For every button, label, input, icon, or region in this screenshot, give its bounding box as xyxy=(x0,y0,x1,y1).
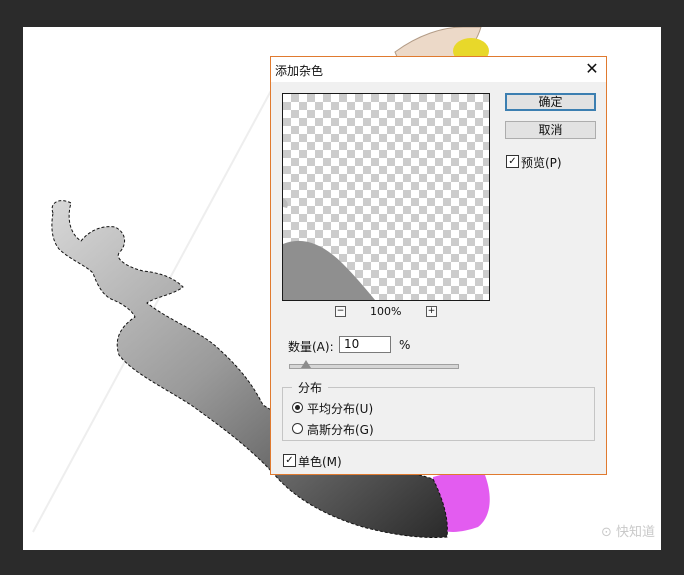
preview-label: 预览(P) xyxy=(521,156,562,170)
radio-gaussian[interactable] xyxy=(292,423,303,434)
cancel-button[interactable]: 取消 xyxy=(505,121,596,139)
amount-slider-thumb[interactable] xyxy=(300,360,311,368)
amount-input[interactable]: 10 xyxy=(339,336,391,353)
preview-image xyxy=(283,198,375,300)
monochrome-checkbox[interactable]: ✓ xyxy=(283,454,296,467)
dialog-titlebar[interactable]: 添加杂色 ✕ xyxy=(271,57,606,82)
zoom-in-button[interactable]: + xyxy=(426,306,437,317)
distribution-legend: 分布 xyxy=(292,379,329,396)
preview-shadow xyxy=(283,240,375,300)
preview-checkbox[interactable]: ✓ xyxy=(506,155,519,168)
zoom-out-button[interactable]: − xyxy=(335,306,346,317)
filter-preview[interactable] xyxy=(282,93,490,301)
dialog-title: 添加杂色 xyxy=(275,64,324,78)
zoom-level: 100% xyxy=(370,305,402,318)
amount-label: 数量(A): xyxy=(288,340,334,354)
watermark: ⊙ 快知道 xyxy=(600,525,655,540)
add-noise-dialog: 添加杂色 ✕ − 100% + 确定 取消 ✓ 预览(P) 数量(A): 10 … xyxy=(270,56,607,475)
uniform-label: 平均分布(U) xyxy=(307,402,374,416)
close-icon[interactable]: ✕ xyxy=(582,59,602,79)
preview-edge xyxy=(283,198,288,208)
amount-slider[interactable] xyxy=(289,364,459,369)
amount-unit: % xyxy=(399,338,411,352)
ok-button[interactable]: 确定 xyxy=(505,93,596,111)
gaussian-label: 高斯分布(G) xyxy=(307,423,374,437)
preview-zoom-row: − 100% + xyxy=(282,305,490,319)
radio-uniform[interactable] xyxy=(292,402,303,413)
monochrome-label: 单色(M) xyxy=(298,455,342,469)
radio-selected-dot xyxy=(295,405,300,410)
